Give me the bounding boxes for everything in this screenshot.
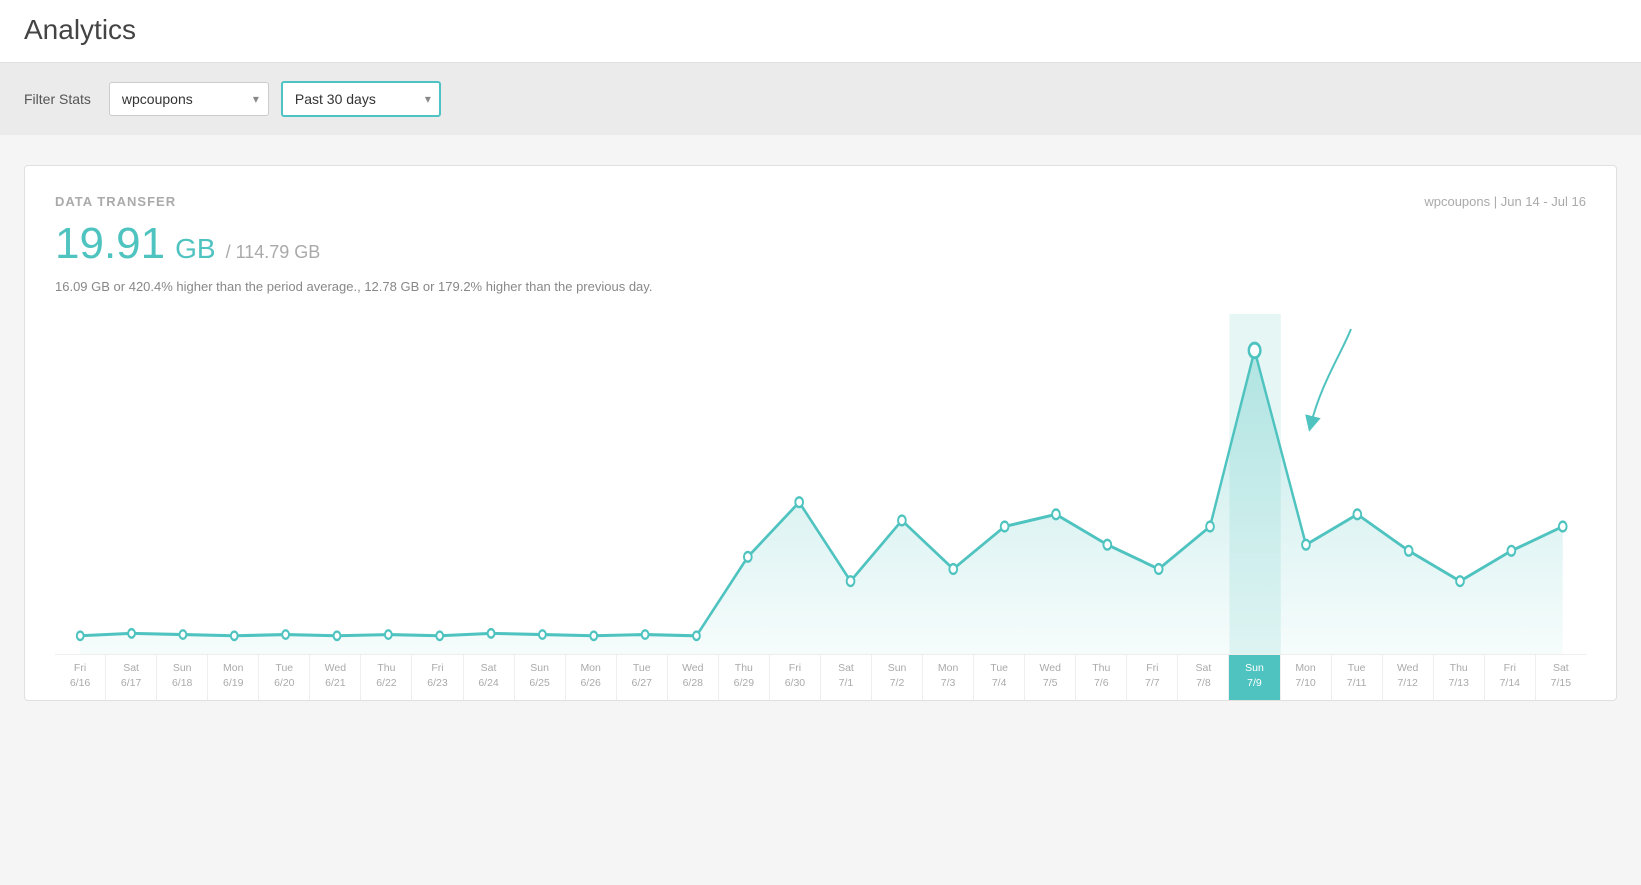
chart-date-range: wpcoupons | Jun 14 - Jul 16 xyxy=(1424,194,1586,209)
dot-active xyxy=(1249,343,1261,358)
dot-21 xyxy=(1155,564,1163,574)
arrow-annotation xyxy=(1291,324,1371,444)
filter-label: Filter Stats xyxy=(24,91,91,107)
dot-11 xyxy=(642,630,649,639)
dot-13 xyxy=(744,552,752,562)
dot-15 xyxy=(847,576,855,586)
page-title: Analytics xyxy=(24,14,1617,46)
x-label-18: Tue7/4 xyxy=(974,655,1025,700)
dot-0 xyxy=(77,632,84,641)
filter-bar: Filter Stats wpcoupons Past 30 days Past… xyxy=(0,63,1641,135)
dot-16 xyxy=(898,516,906,526)
site-select[interactable]: wpcoupons xyxy=(109,82,269,116)
x-label-5: Wed6/21 xyxy=(310,655,361,700)
dot-27 xyxy=(1456,576,1464,586)
x-label-13: Thu6/29 xyxy=(719,655,770,700)
dot-1 xyxy=(128,629,135,638)
x-label-23: Sun7/9 xyxy=(1229,655,1280,700)
x-label-28: Fri7/14 xyxy=(1485,655,1536,700)
dot-5 xyxy=(334,632,341,641)
page-header: Analytics xyxy=(0,0,1641,63)
dot-8 xyxy=(488,629,495,638)
chart-total: / 114.79 GB xyxy=(226,242,321,263)
x-label-21: Fri7/7 xyxy=(1127,655,1178,700)
dot-19 xyxy=(1052,510,1060,520)
dot-17 xyxy=(949,564,957,574)
dot-25 xyxy=(1353,510,1361,520)
x-label-15: Sat7/1 xyxy=(821,655,872,700)
x-label-22: Sat7/8 xyxy=(1178,655,1229,700)
x-label-12: Wed6/28 xyxy=(668,655,719,700)
chart-section-title: DATA TRANSFER xyxy=(55,194,176,209)
x-label-27: Thu7/13 xyxy=(1434,655,1485,700)
x-label-19: Wed7/5 xyxy=(1025,655,1076,700)
site-select-wrapper: wpcoupons xyxy=(109,82,269,116)
x-label-2: Sun6/18 xyxy=(157,655,208,700)
dot-18 xyxy=(1001,522,1009,532)
chart-area xyxy=(55,314,1586,654)
x-label-17: Mon7/3 xyxy=(923,655,974,700)
x-label-25: Tue7/11 xyxy=(1332,655,1383,700)
period-select-wrapper: Past 30 days Past 7 days This month Last… xyxy=(281,81,441,117)
dot-2 xyxy=(180,630,187,639)
x-label-24: Mon7/10 xyxy=(1281,655,1332,700)
x-label-3: Mon6/19 xyxy=(208,655,259,700)
dot-10 xyxy=(590,632,597,641)
chart-main-value: 19.91 GB / 114.79 GB xyxy=(55,219,1586,269)
x-label-16: Sun7/2 xyxy=(872,655,923,700)
x-label-9: Sun6/25 xyxy=(515,655,566,700)
dot-9 xyxy=(539,630,546,639)
x-label-7: Fri6/23 xyxy=(412,655,463,700)
dot-12 xyxy=(693,632,700,641)
main-content: DATA TRANSFER wpcoupons | Jun 14 - Jul 1… xyxy=(0,135,1641,731)
dot-14 xyxy=(795,497,803,507)
x-label-20: Thu7/6 xyxy=(1076,655,1127,700)
chart-sub-text: 16.09 GB or 420.4% higher than the perio… xyxy=(55,279,1586,294)
x-label-6: Thu6/22 xyxy=(361,655,412,700)
dot-24 xyxy=(1302,540,1310,550)
x-label-10: Mon6/26 xyxy=(566,655,617,700)
x-label-26: Wed7/12 xyxy=(1383,655,1434,700)
dot-6 xyxy=(385,630,392,639)
chart-header: DATA TRANSFER wpcoupons | Jun 14 - Jul 1… xyxy=(55,194,1586,209)
x-axis: Fri6/16Sat6/17Sun6/18Mon6/19Tue6/20Wed6/… xyxy=(55,654,1586,700)
chart-value-number: 19.91 xyxy=(55,219,165,269)
dot-4 xyxy=(282,630,289,639)
dot-20 xyxy=(1103,540,1111,550)
x-label-11: Tue6/27 xyxy=(617,655,668,700)
dot-7 xyxy=(436,632,443,641)
x-label-1: Sat6/17 xyxy=(106,655,157,700)
chart-value-unit: GB xyxy=(175,233,215,265)
x-label-8: Sat6/24 xyxy=(464,655,515,700)
x-label-4: Tue6/20 xyxy=(259,655,310,700)
x-label-29: Sat7/15 xyxy=(1536,655,1586,700)
dot-28 xyxy=(1508,546,1516,556)
dot-26 xyxy=(1405,546,1413,556)
dot-3 xyxy=(231,632,238,641)
x-label-0: Fri6/16 xyxy=(55,655,106,700)
x-label-14: Fri6/30 xyxy=(770,655,821,700)
chart-card: DATA TRANSFER wpcoupons | Jun 14 - Jul 1… xyxy=(24,165,1617,701)
period-select[interactable]: Past 30 days Past 7 days This month Last… xyxy=(281,81,441,117)
dot-29 xyxy=(1559,522,1567,532)
dot-22 xyxy=(1206,522,1214,532)
